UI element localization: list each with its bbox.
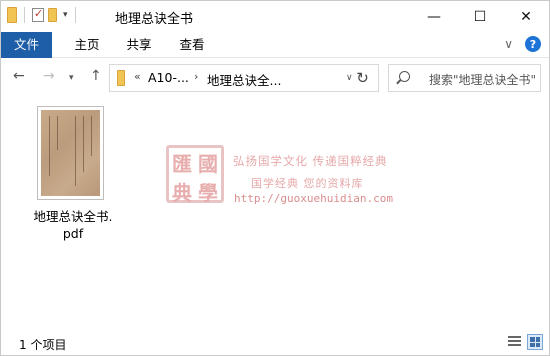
search-icon bbox=[399, 71, 410, 82]
item-count: 1 个项目 bbox=[19, 338, 67, 352]
status-bar: 1 个项目 bbox=[1, 331, 549, 355]
forward-arrow-icon[interactable]: → bbox=[43, 68, 55, 84]
pdf-thumbnail-icon bbox=[37, 106, 104, 200]
title-bar: ▾ 地理总诀全书 — ☐ ✕ bbox=[1, 1, 549, 32]
seal-char: 國 bbox=[198, 152, 218, 176]
help-icon[interactable]: ? bbox=[525, 36, 541, 52]
file-list-area[interactable]: 地理总诀全书. pdf 匯 國 典 學 弘扬国学文化 传递国粹经典 国学经典 您… bbox=[1, 98, 549, 326]
close-button[interactable]: ✕ bbox=[503, 1, 549, 32]
breadcrumb-overflow-icon[interactable]: « bbox=[134, 70, 141, 83]
toolbar-divider bbox=[24, 7, 25, 23]
tab-view[interactable]: 查看 bbox=[176, 32, 208, 58]
search-placeholder: 搜索"地理总诀全书" bbox=[429, 73, 537, 87]
tab-share[interactable]: 共享 bbox=[123, 32, 155, 58]
minimize-button[interactable]: — bbox=[411, 1, 457, 32]
file-item[interactable]: 地理总诀全书. pdf bbox=[23, 102, 123, 242]
properties-icon[interactable] bbox=[32, 7, 44, 22]
watermark-slogan: 弘扬国学文化 传递国粹经典 bbox=[233, 154, 388, 168]
address-bar[interactable]: « A10-... › 地理总诀全... ∨ bbox=[109, 64, 379, 92]
explorer-window: ▾ 地理总诀全书 — ☐ ✕ 文件 主页 共享 查看 ∨ ? ← → ▾ ↑ «… bbox=[0, 0, 550, 356]
large-icons-view-icon[interactable] bbox=[527, 334, 543, 350]
watermark-tagline: 国学经典 您的资料库 bbox=[251, 177, 364, 190]
ribbon-tabs: 文件 主页 共享 查看 ∨ ? bbox=[1, 32, 549, 58]
file-name: 地理总诀全书. pdf bbox=[23, 208, 123, 242]
breadcrumb-item[interactable]: 地理总诀全... bbox=[207, 70, 281, 89]
file-name-line: 地理总诀全书. bbox=[33, 209, 113, 224]
window-controls: — ☐ ✕ bbox=[411, 1, 549, 32]
breadcrumb-item[interactable]: A10-... bbox=[148, 70, 189, 85]
refresh-button[interactable]: ↻ bbox=[347, 64, 379, 92]
file-name-line: pdf bbox=[62, 226, 84, 241]
customize-toolbar-dropdown-icon[interactable]: ▾ bbox=[61, 10, 68, 20]
expand-ribbon-icon[interactable]: ∨ bbox=[504, 37, 513, 51]
tab-home[interactable]: 主页 bbox=[71, 32, 103, 58]
folder-icon bbox=[117, 70, 125, 86]
breadcrumb-chevron-icon[interactable]: › bbox=[194, 70, 198, 83]
toolbar-divider bbox=[74, 7, 76, 23]
ribbon-right-controls: ∨ ? bbox=[504, 36, 541, 52]
watermark-seal-logo: 匯 國 典 學 bbox=[166, 145, 224, 205]
window-title: 地理总诀全书 bbox=[115, 12, 194, 27]
tab-file[interactable]: 文件 bbox=[1, 32, 52, 58]
new-folder-icon[interactable] bbox=[48, 8, 57, 22]
maximize-button[interactable]: ☐ bbox=[457, 1, 503, 32]
seal-char: 學 bbox=[198, 181, 218, 205]
navigation-bar: ← → ▾ ↑ « A10-... › 地理总诀全... ∨ ↻ 搜索"地理总诀… bbox=[1, 63, 549, 93]
search-input[interactable]: 搜索"地理总诀全书" bbox=[388, 64, 541, 92]
quick-access-toolbar: ▾ bbox=[7, 7, 79, 23]
folder-icon[interactable] bbox=[7, 7, 17, 23]
up-arrow-icon[interactable]: ↑ bbox=[90, 68, 102, 84]
seal-char: 匯 bbox=[172, 152, 192, 176]
details-view-icon[interactable] bbox=[508, 336, 521, 348]
back-arrow-icon[interactable]: ← bbox=[13, 68, 25, 84]
recent-locations-dropdown-icon[interactable]: ▾ bbox=[69, 73, 74, 83]
watermark-url: http://guoxuehuidian.com bbox=[234, 192, 393, 205]
seal-char: 典 bbox=[172, 181, 192, 205]
